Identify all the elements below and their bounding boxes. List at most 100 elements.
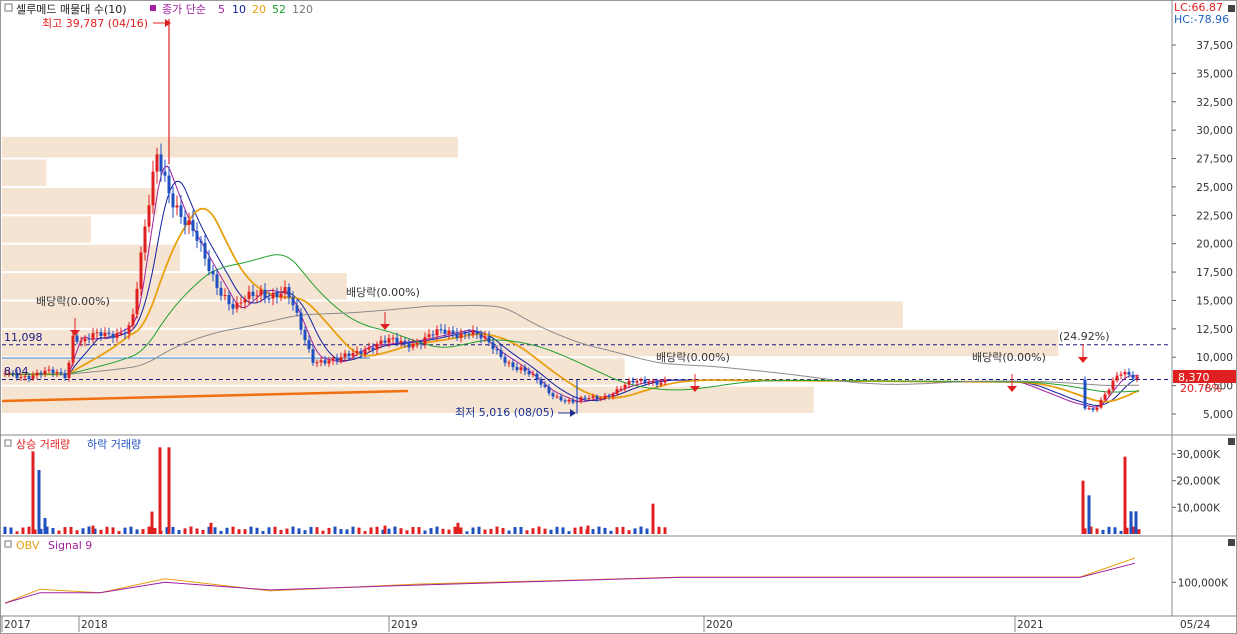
- volume-bar: [429, 528, 433, 534]
- volume-bar: [171, 526, 175, 534]
- candle-body: [523, 367, 527, 372]
- main-panel-close-icon[interactable]: [1228, 5, 1235, 12]
- volume-bar: [87, 526, 91, 534]
- candle-body: [147, 205, 151, 227]
- volume-profile-bar: [2, 329, 1059, 357]
- candle-body: [155, 154, 159, 172]
- candle-body: [419, 342, 423, 345]
- dividend-label-1: 배당락(0.00%): [36, 295, 110, 308]
- candle-body: [383, 340, 387, 343]
- candle-body: [403, 340, 407, 343]
- volume-bar: [255, 527, 259, 534]
- candle-body: [251, 291, 255, 297]
- obv-legend-box-icon[interactable]: [4, 540, 12, 548]
- candle-body: [407, 342, 411, 348]
- candle-body: [1115, 375, 1119, 381]
- candle-body: [1107, 389, 1111, 395]
- candle-body: [279, 293, 283, 298]
- volume-profile-bar: [2, 136, 458, 158]
- volume-bar: [3, 526, 7, 534]
- candle-body: [491, 342, 495, 350]
- volume-bar: [177, 530, 181, 534]
- chart-canvas: 5,0007,50010,00012,50015,00017,50020,000…: [0, 0, 1237, 634]
- volume-bar: [225, 527, 229, 534]
- candle-body: [79, 341, 83, 343]
- candle-body: [595, 396, 599, 399]
- volume-bar: [357, 527, 361, 534]
- candle-body: [343, 353, 347, 358]
- legend-box-icon[interactable]: [4, 3, 13, 12]
- volume-tick-label: 20,000K: [1176, 476, 1221, 488]
- candle-body: [503, 356, 507, 363]
- candle-body: [95, 332, 99, 334]
- candle-body: [59, 371, 63, 374]
- candle-body: [311, 349, 315, 363]
- candle-body: [427, 334, 431, 338]
- volume-bar: [495, 526, 499, 534]
- candle-body: [431, 334, 435, 336]
- candle-body: [323, 360, 327, 364]
- volume-bar: [57, 530, 61, 534]
- candle-body: [355, 351, 359, 354]
- candle-body: [231, 304, 235, 309]
- candle-body: [603, 395, 607, 399]
- candle-body: [335, 357, 339, 362]
- volume-bar: [261, 530, 265, 534]
- candle-body: [375, 343, 379, 350]
- volume-bar: [69, 526, 73, 534]
- candle-body: [175, 205, 179, 208]
- volume-panel-close-icon[interactable]: [1228, 438, 1235, 445]
- volume-bar: [1095, 528, 1099, 534]
- pct-top-label: (24.92%): [1059, 330, 1110, 343]
- candle-body: [43, 370, 47, 375]
- volume-bar: [129, 526, 133, 534]
- volume-bar: [351, 526, 355, 534]
- price-tick-label: 12,500: [1196, 324, 1233, 336]
- candle-body: [367, 347, 371, 350]
- volume-bar-down: [43, 518, 47, 534]
- volume-bar: [489, 528, 493, 534]
- volume-bar: [507, 530, 511, 534]
- volume-bar: [615, 527, 619, 534]
- candle-body: [287, 287, 291, 298]
- volume-bar: [525, 530, 529, 534]
- candle-body: [319, 360, 323, 363]
- volume-bar: [597, 526, 601, 534]
- candle-body: [71, 335, 75, 363]
- time-tick-label: 2020: [706, 619, 733, 631]
- ma-legend-marker-icon[interactable]: [150, 5, 156, 11]
- candle-body: [663, 379, 667, 383]
- volume-bar-down: [37, 470, 41, 534]
- volume-bar: [51, 528, 55, 534]
- volume-bar: [141, 529, 145, 534]
- candle-body: [1119, 374, 1123, 376]
- candle-body: [507, 362, 511, 364]
- obv-panel-close-icon[interactable]: [1228, 539, 1235, 546]
- candle-body: [439, 329, 443, 331]
- volume-tick-label: 10,000K: [1176, 502, 1221, 514]
- volume-bar: [531, 528, 535, 534]
- volume-bar: [411, 526, 415, 534]
- volume-bar: [459, 527, 463, 534]
- volume-bar-up: [456, 522, 460, 534]
- volume-bar: [573, 527, 577, 534]
- candle-body: [487, 336, 491, 343]
- candle-body: [183, 216, 187, 225]
- dividend-label-2: 배당락(0.00%): [346, 286, 420, 299]
- volume-legend-box-icon[interactable]: [4, 439, 12, 447]
- candle-body: [587, 398, 591, 400]
- candle-body: [187, 220, 191, 225]
- candle-body: [363, 349, 367, 355]
- volume-bar: [195, 528, 199, 534]
- volume-bar: [543, 528, 547, 534]
- volume-bar: [1137, 529, 1141, 534]
- volume-profile-bar: [2, 216, 91, 243]
- volume-profile-bar: [2, 159, 47, 186]
- volume-bar: [9, 527, 13, 534]
- signal-label: Signal 9: [48, 539, 92, 552]
- candle-body: [371, 347, 375, 350]
- obv-tick-label: 100,000K: [1178, 577, 1229, 589]
- dividend-label-3: 배당락(0.00%): [656, 351, 730, 364]
- low-annotation: 최저 5,016 (08/05): [455, 406, 554, 419]
- candle-body: [1127, 372, 1131, 375]
